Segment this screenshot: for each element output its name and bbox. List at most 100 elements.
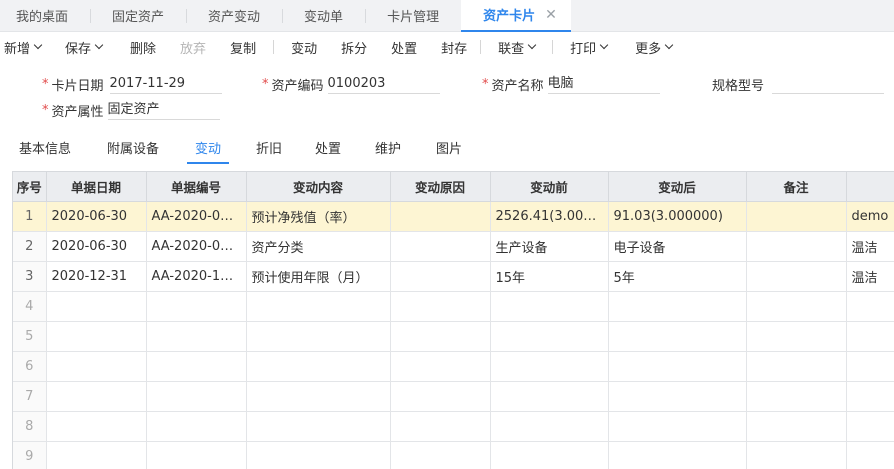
empty-cell[interactable] (608, 441, 747, 469)
empty-cell[interactable] (146, 441, 247, 469)
empty-cell[interactable] (246, 291, 391, 322)
tab-fixed-assets[interactable]: 固定资产 (90, 0, 186, 32)
cell-maker[interactable]: demo (846, 201, 894, 232)
tab-changes[interactable]: 变动 (187, 136, 230, 164)
empty-cell[interactable] (246, 381, 391, 412)
empty-cell[interactable] (246, 351, 391, 382)
empty-cell[interactable] (146, 291, 247, 322)
spec-input[interactable] (772, 74, 885, 94)
cell-maker[interactable]: 温洁 (846, 261, 894, 292)
empty-cell[interactable] (46, 381, 147, 412)
empty-cell[interactable] (846, 351, 894, 382)
empty-cell[interactable] (746, 291, 847, 322)
col-header-before[interactable]: 变动前 (490, 172, 609, 202)
cell-before[interactable]: 2526.41(3.0000... (490, 201, 609, 232)
empty-cell[interactable] (390, 291, 491, 322)
cell-note[interactable] (746, 231, 847, 262)
empty-row[interactable]: 8 (13, 411, 894, 442)
card-date-input[interactable]: 2017-11-29 (109, 74, 222, 94)
discard-button[interactable]: 放弃 (170, 32, 216, 62)
empty-cell[interactable] (390, 351, 491, 382)
empty-cell[interactable] (390, 441, 491, 469)
close-icon[interactable]: ✕ (545, 7, 557, 23)
cell-doc-no[interactable]: AA-2020-12-... (146, 261, 247, 292)
empty-row[interactable]: 6 (13, 351, 894, 382)
cell-content[interactable]: 预计使用年限（月） (246, 261, 391, 292)
empty-cell[interactable] (746, 351, 847, 382)
cell-doc-date[interactable]: 2020-06-30 (46, 231, 147, 262)
asset-attr-input[interactable]: 固定资产 (107, 100, 220, 120)
cell-before[interactable]: 生产设备 (490, 231, 609, 262)
empty-cell[interactable] (46, 291, 147, 322)
empty-cell[interactable] (490, 321, 609, 352)
cell-doc-no[interactable]: AA-2020-06-... (146, 231, 247, 262)
table-row[interactable]: 1 2020-06-30 AA-2020-06-... 预计净残值（率） 252… (13, 201, 894, 232)
empty-cell[interactable] (46, 321, 147, 352)
empty-cell[interactable] (846, 381, 894, 412)
empty-cell[interactable] (846, 321, 894, 352)
tab-pictures[interactable]: 图片 (436, 136, 462, 164)
cell-reason[interactable] (390, 231, 491, 262)
empty-cell[interactable] (390, 411, 491, 442)
col-header-after[interactable]: 变动后 (608, 172, 747, 202)
tab-change-doc[interactable]: 变动单 (282, 0, 365, 32)
cell-before[interactable]: 15年 (490, 261, 609, 292)
empty-cell[interactable] (746, 381, 847, 412)
empty-cell[interactable] (846, 291, 894, 322)
cell-note[interactable] (746, 261, 847, 292)
tab-disposal[interactable]: 处置 (315, 136, 341, 164)
tab-asset-card[interactable]: 资产卡片 ✕ (461, 0, 571, 32)
change-button[interactable]: 变动 (277, 32, 331, 62)
empty-row[interactable]: 4 (13, 291, 894, 322)
col-header-reason[interactable]: 变动原因 (390, 172, 491, 202)
empty-cell[interactable] (46, 351, 147, 382)
empty-cell[interactable] (490, 291, 609, 322)
col-header-note[interactable]: 备注 (746, 172, 847, 202)
empty-cell[interactable] (146, 321, 247, 352)
save-button[interactable]: 保存 (51, 32, 116, 62)
empty-cell[interactable] (746, 321, 847, 352)
linked-query-button[interactable]: 联查 (484, 32, 549, 62)
empty-cell[interactable] (608, 291, 747, 322)
empty-cell[interactable] (146, 381, 247, 412)
cell-reason[interactable] (390, 261, 491, 292)
empty-cell[interactable] (146, 351, 247, 382)
seal-button[interactable]: 封存 (431, 32, 477, 62)
empty-cell[interactable] (846, 441, 894, 469)
print-button[interactable]: 打印 (556, 32, 621, 62)
tab-my-desktop[interactable]: 我的桌面 (0, 0, 90, 32)
empty-cell[interactable] (390, 321, 491, 352)
copy-button[interactable]: 复制 (216, 32, 270, 62)
empty-row[interactable]: 5 (13, 321, 894, 352)
tab-depreciation[interactable]: 折旧 (256, 136, 282, 164)
asset-code-input[interactable]: 0100203 (327, 74, 440, 94)
cell-reason[interactable] (390, 201, 491, 232)
empty-cell[interactable] (608, 411, 747, 442)
empty-cell[interactable] (746, 441, 847, 469)
split-button[interactable]: 拆分 (331, 32, 377, 62)
empty-cell[interactable] (490, 381, 609, 412)
delete-button[interactable]: 删除 (116, 32, 170, 62)
empty-cell[interactable] (490, 411, 609, 442)
col-header-content[interactable]: 变动内容 (246, 172, 391, 202)
cell-maker[interactable]: 温洁 (846, 231, 894, 262)
empty-cell[interactable] (390, 381, 491, 412)
col-header-maker[interactable]: 制单 (846, 172, 894, 202)
more-button[interactable]: 更多 (621, 32, 686, 62)
dispose-button[interactable]: 处置 (377, 32, 431, 62)
col-header-doc-date[interactable]: 单据日期 (46, 172, 147, 202)
empty-cell[interactable] (746, 411, 847, 442)
cell-doc-date[interactable]: 2020-06-30 (46, 201, 147, 232)
cell-note[interactable] (746, 201, 847, 232)
empty-cell[interactable] (246, 411, 391, 442)
tab-basic-info[interactable]: 基本信息 (19, 136, 71, 164)
col-header-no[interactable]: 序号 (13, 172, 47, 202)
cell-after[interactable]: 电子设备 (608, 231, 747, 262)
new-button[interactable]: 新增 (0, 32, 51, 62)
table-row[interactable]: 3 2020-12-31 AA-2020-12-... 预计使用年限（月） 15… (13, 261, 894, 292)
empty-cell[interactable] (146, 411, 247, 442)
empty-cell[interactable] (490, 351, 609, 382)
cell-after[interactable]: 91.03(3.000000) (608, 201, 747, 232)
empty-cell[interactable] (46, 411, 147, 442)
empty-cell[interactable] (46, 441, 147, 469)
